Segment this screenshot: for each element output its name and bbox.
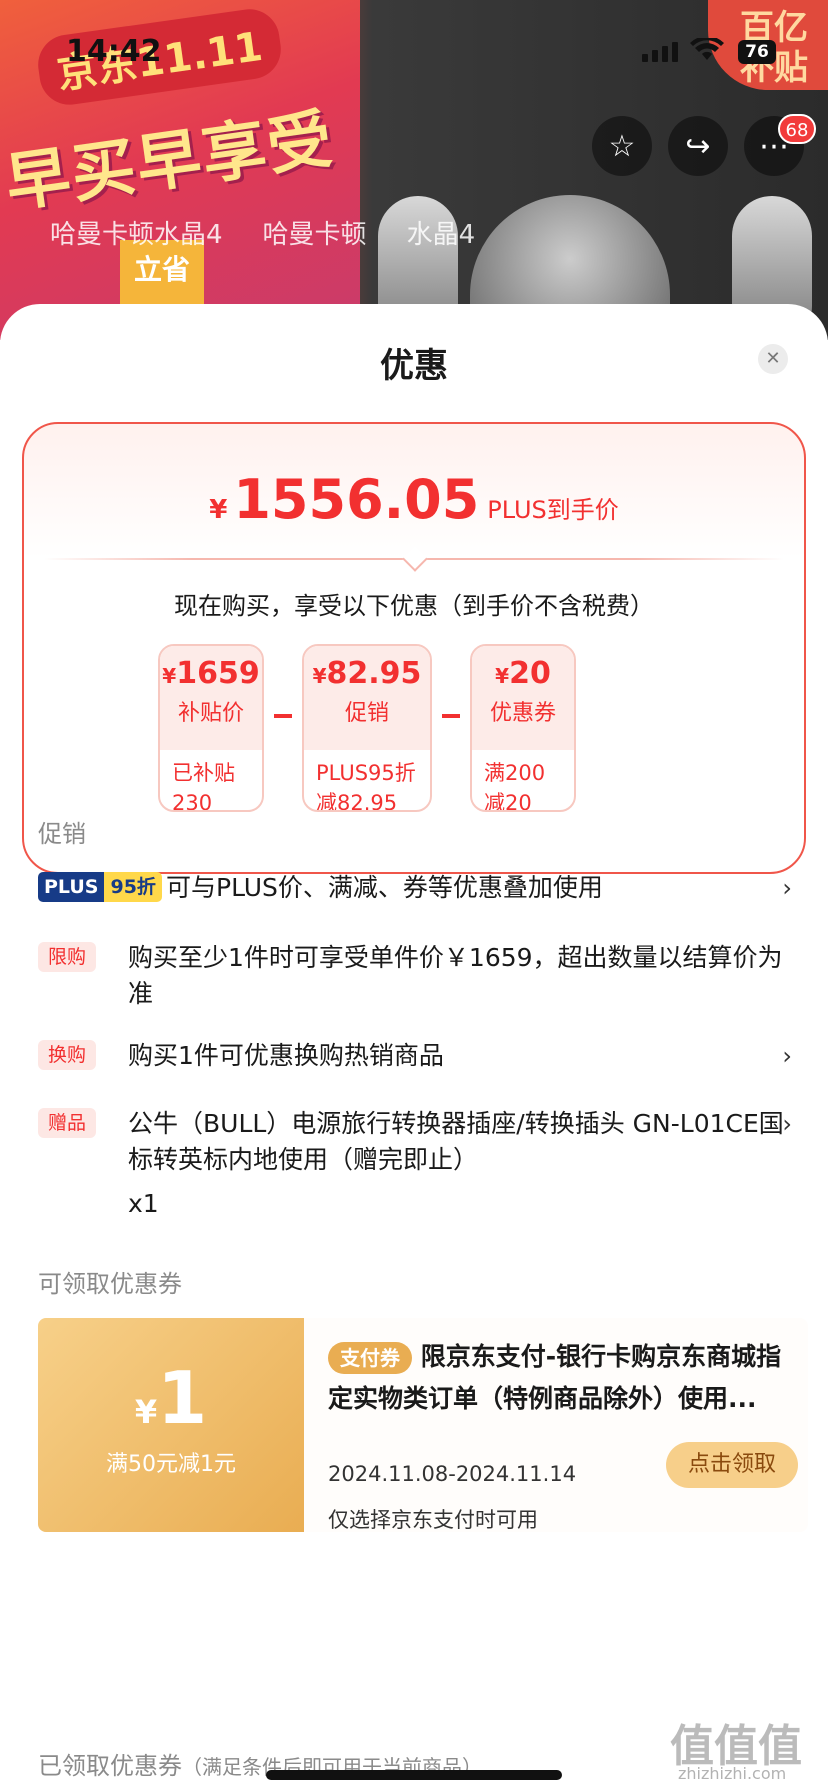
battery-icon: 76 — [738, 40, 776, 64]
coupon-date: 2024.11.08-2024.11.14 — [328, 1462, 577, 1486]
close-icon[interactable]: ✕ — [758, 344, 788, 374]
coupon-value-panel: ¥1 满50元减1元 — [38, 1318, 304, 1532]
promo-tag: 换购 — [38, 1040, 97, 1070]
chip-name: 促销 — [344, 701, 389, 726]
promo-tag: 赠品 — [38, 1108, 97, 1138]
chevron-right-icon: › — [782, 1110, 792, 1138]
home-indicator — [266, 1770, 562, 1780]
final-price: ¥1556.05 PLUS到手价 — [24, 468, 804, 531]
minus-sign — [442, 714, 460, 718]
search-suggestion[interactable]: 水晶4 — [407, 214, 476, 251]
chip-currency: ¥ — [312, 664, 327, 688]
chevron-right-icon: › — [782, 1042, 792, 1070]
coupon-card: ¥1 满50元减1元 支付券 限京东支付-银行卡购京东商城指定实物类订单（特例商… — [38, 1318, 808, 1532]
promo-text: 购买1件可优惠换购热销商品 — [128, 1041, 444, 1070]
chip-name: 优惠券 — [489, 701, 556, 726]
chip-currency: ¥ — [162, 664, 177, 688]
chip-value: 82.95 — [326, 656, 422, 691]
chip-value: 20 — [509, 656, 551, 691]
coupon-amount: 1 — [157, 1356, 208, 1440]
coupon-condition: 满50元减1元 — [106, 1452, 236, 1477]
divider-notch — [402, 546, 428, 572]
chip-coupon: ¥20 优惠券 满200 减20 — [470, 644, 576, 812]
coupon-currency: ¥ — [134, 1393, 158, 1431]
promo-text: 可与PLUS价、满减、券等优惠叠加使用 — [166, 873, 603, 902]
search-suggestion[interactable]: 哈曼卡顿水晶4 — [50, 214, 223, 251]
promotions-section-label: 促销 — [38, 820, 86, 848]
coupons-section-label: 可领取优惠券 — [38, 1270, 182, 1298]
discount-description: 现在购买，享受以下优惠（到手价不含税费） — [174, 592, 654, 620]
promo-row-gift[interactable]: 赠品 公牛（BULL）电源旅行转换器插座/转换插头 GN-L01CE国标转英标内… — [38, 1106, 792, 1222]
wifi-icon — [690, 38, 724, 60]
coupon-note: 仅选择京东支付时可用 — [328, 1508, 538, 1532]
chip-value: 1659 — [176, 656, 260, 691]
message-count-badge: 68 — [778, 114, 816, 144]
plus-badge-right: 95折 — [104, 872, 162, 902]
chip-detail: 已补贴 230 — [172, 761, 235, 812]
promo-text: 公牛（BULL）电源旅行转换器插座/转换插头 GN-L01CE国标转英标内地使用… — [128, 1109, 784, 1174]
claim-coupon-button[interactable]: 点击领取 — [666, 1442, 798, 1488]
promo-row-purchase-limit: 限购 购买至少1件时可享受单件价￥1659，超出数量以结算价为准 — [38, 940, 792, 1012]
price-breakdown-card: ¥1556.05 PLUS到手价 现在购买，享受以下优惠（到手价不含税费） ¥16… — [22, 422, 806, 874]
promo-row-plus[interactable]: PLUS 95折 可与PLUS价、满减、券等优惠叠加使用 › — [38, 870, 792, 906]
chip-currency: ¥ — [495, 664, 510, 688]
watermark-url: zhizhizhi.com — [678, 1764, 787, 1783]
related-search-row: 哈曼卡顿水晶4 哈曼卡顿 水晶4 — [50, 214, 475, 251]
favorite-star-icon[interactable]: ☆ — [592, 116, 652, 176]
gift-quantity: x1 — [128, 1189, 159, 1218]
chevron-right-icon: › — [782, 874, 792, 902]
chip-detail: PLUS95折 减82.95 — [316, 761, 416, 812]
sheet-title: 优惠 — [380, 346, 448, 386]
claimed-label: 已领取优惠券 — [38, 1752, 182, 1780]
chip-promotion: ¥82.95 促销 PLUS95折 减82.95 — [302, 644, 432, 812]
discount-sheet: 优惠 ✕ ¥1556.05 PLUS到手价 现在购买，享受以下优惠（到手价不含税费… — [0, 304, 828, 1792]
plus-badge-left: PLUS — [38, 872, 105, 902]
price-amount: 1556.05 — [233, 468, 480, 531]
plus-discount-badge: PLUS 95折 — [38, 872, 162, 902]
status-bar: 14:42 76 — [0, 0, 828, 100]
promo-text: 购买至少1件时可享受单件价￥1659，超出数量以结算价为准 — [128, 943, 783, 1008]
chip-name: 补贴价 — [177, 701, 244, 726]
promo-row-exchange[interactable]: 换购 购买1件可优惠换购热销商品 › — [38, 1038, 792, 1074]
price-currency: ¥ — [209, 495, 228, 525]
share-icon[interactable]: ↪ — [668, 116, 728, 176]
price-label: PLUS到手价 — [487, 496, 619, 524]
search-suggestion[interactable]: 哈曼卡顿 — [263, 214, 367, 251]
chip-detail: 满200 减20 — [484, 761, 546, 812]
coupon-type-tag: 支付券 — [328, 1342, 412, 1374]
coupon-info: 支付券 限京东支付-银行卡购京东商城指定实物类订单（特例商品除外）使用... 2… — [328, 1336, 798, 1532]
cellular-signal-icon — [642, 42, 678, 62]
banner-slogan: 早买早享受 — [1, 102, 339, 222]
chip-subsidy-price: ¥1659 补贴价 已补贴 230 — [158, 644, 264, 812]
minus-sign — [274, 714, 292, 718]
promo-tag: 限购 — [38, 942, 97, 972]
status-time: 14:42 — [66, 34, 162, 69]
